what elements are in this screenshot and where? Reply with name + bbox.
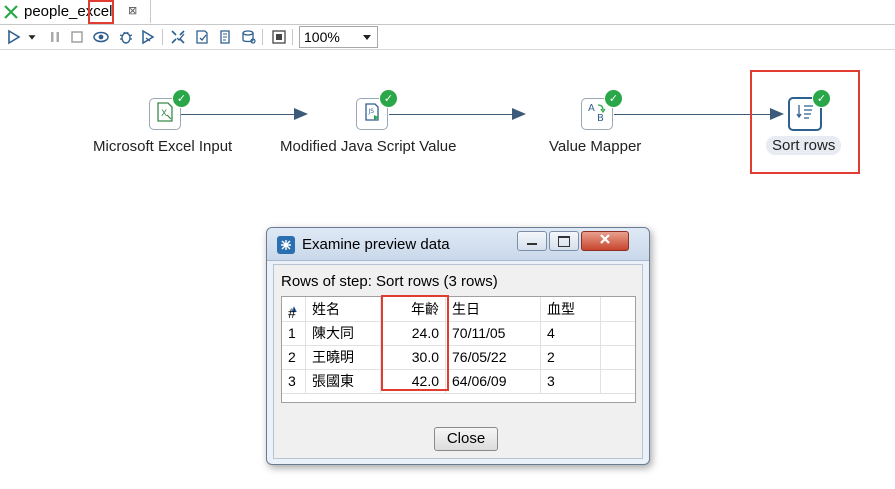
step-label: Microsoft Excel Input — [93, 138, 233, 155]
cell-name: 陳大同 — [306, 321, 381, 345]
preview-dialog: Examine preview data Rows of step: Sort … — [266, 227, 650, 465]
dialog-close-button[interactable] — [581, 231, 629, 251]
pause-icon[interactable] — [46, 28, 64, 46]
minimize-icon — [527, 243, 537, 245]
javascript-icon: JS — [361, 101, 383, 128]
hop-js-to-mapper[interactable] — [389, 114, 515, 115]
run-icon[interactable] — [5, 28, 23, 46]
cell-name: 王曉明 — [306, 345, 381, 369]
hop-excel-to-js[interactable] — [181, 114, 296, 115]
cell-birthday: 76/05/22 — [446, 345, 541, 369]
tab-close-icon[interactable]: ⊠ — [128, 4, 137, 17]
header-cell-birthday[interactable]: 生日 — [446, 297, 541, 321]
sort-rows-highlight — [750, 70, 860, 174]
sql-icon[interactable] — [216, 28, 234, 46]
header-cell-bloodtype[interactable]: 血型 — [541, 297, 601, 321]
value-mapper-icon: AB — [586, 101, 608, 128]
verify-icon[interactable] — [169, 28, 187, 46]
cell-bloodtype: 3 — [541, 369, 601, 393]
cell-bloodtype: 4 — [541, 321, 601, 345]
toolbar-separator — [292, 29, 293, 45]
toolbar-separator — [162, 29, 163, 45]
tab-people-excel[interactable]: people_excel ⊠ — [0, 0, 151, 23]
dialog-titlebar[interactable]: Examine preview data — [267, 228, 649, 261]
show-results-icon[interactable] — [270, 28, 288, 46]
cell-bloodtype: 2 — [541, 345, 601, 369]
svg-text:X: X — [161, 109, 167, 119]
transformation-icon — [4, 5, 18, 19]
cell-birthday: 64/06/09 — [446, 369, 541, 393]
dialog-body: Rows of step: Sort rows (3 rows) ▲ # 姓名 … — [273, 264, 643, 459]
header-cell-name[interactable]: 姓名 — [306, 297, 381, 321]
toolbar-separator — [262, 29, 263, 45]
debug-icon[interactable] — [117, 28, 135, 46]
header-cell-index[interactable]: ▲ # — [282, 297, 306, 321]
svg-text:JS: JS — [368, 108, 375, 115]
row-index: 3 — [282, 369, 306, 393]
check-icon: ✓ — [172, 89, 191, 108]
maximize-icon — [558, 235, 570, 247]
check-icon: ✓ — [379, 89, 398, 108]
table-row[interactable]: 1 陳大同 24.0 70/11/05 4 — [282, 321, 635, 346]
maximize-button[interactable] — [549, 231, 579, 251]
svg-text:B: B — [597, 113, 604, 123]
hop-arrow-icon — [512, 108, 526, 120]
step-label: Modified Java Script Value — [280, 138, 457, 155]
minimize-button[interactable] — [517, 231, 547, 251]
table-row[interactable]: 3 張國東 42.0 64/06/09 3 — [282, 369, 635, 394]
step-label: Value Mapper — [549, 138, 642, 155]
row-index: 1 — [282, 321, 306, 345]
zoom-select[interactable]: 100% — [299, 26, 378, 48]
table-row[interactable]: 2 王曉明 30.0 76/05/22 2 — [282, 345, 635, 370]
svg-text:A: A — [588, 103, 595, 114]
age-column-highlight — [381, 295, 449, 391]
spoon-icon — [277, 236, 295, 254]
run-dropdown-icon[interactable] — [25, 28, 39, 46]
preview-highlight — [88, 0, 114, 24]
check-icon: ✓ — [604, 89, 623, 108]
cell-birthday: 70/11/05 — [446, 321, 541, 345]
dialog-title: Examine preview data — [302, 236, 450, 253]
stop-icon[interactable] — [68, 28, 86, 46]
hop-arrow-icon — [294, 108, 308, 120]
table-header-row: ▲ # 姓名 年齡 生日 血型 — [282, 297, 635, 322]
explore-db-icon[interactable] — [240, 28, 258, 46]
cell-name: 張國東 — [306, 369, 381, 393]
impact-icon[interactable] — [193, 28, 211, 46]
preview-icon[interactable] — [92, 28, 110, 46]
toolbar — [0, 25, 895, 50]
row-index: 2 — [282, 345, 306, 369]
editor-tab-bar: people_excel ⊠ — [0, 0, 895, 25]
chevron-down-icon — [363, 35, 371, 40]
close-button[interactable]: Close — [434, 427, 498, 451]
close-icon — [599, 232, 611, 250]
excel-input-icon: X — [154, 101, 176, 128]
preview-table[interactable]: ▲ # 姓名 年齡 生日 血型 1 陳大同 24.0 70/11/05 4 2 … — [281, 296, 636, 403]
replay-icon[interactable] — [139, 28, 157, 46]
hop-mapper-to-sort[interactable] — [614, 114, 772, 115]
rows-label: Rows of step: Sort rows (3 rows) — [281, 273, 498, 290]
zoom-value: 100% — [304, 29, 340, 45]
